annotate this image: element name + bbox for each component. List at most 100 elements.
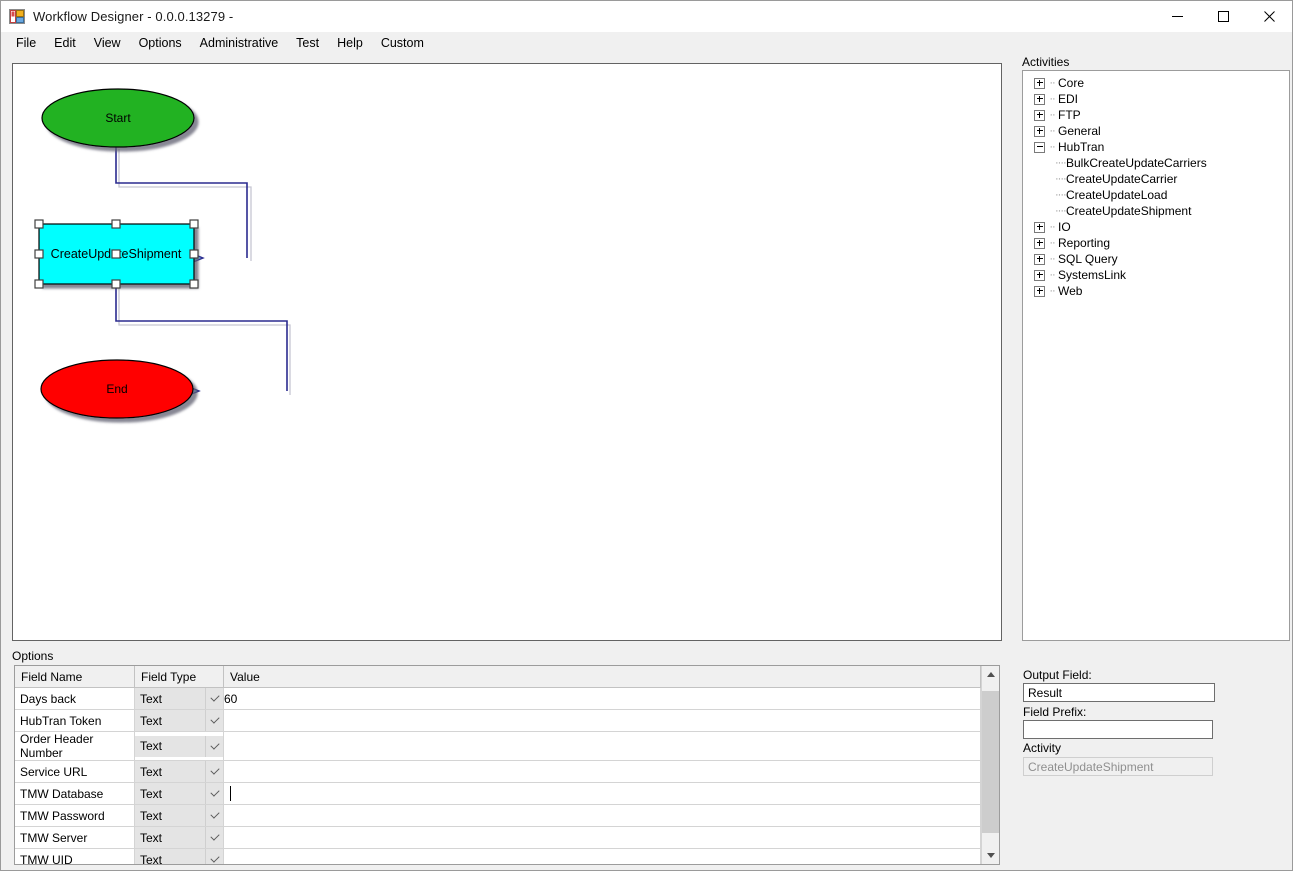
tree-item-sql-query[interactable]: ·· SQL Query [1034, 251, 1287, 267]
tree-item-createupdatecarrier[interactable]: ···· CreateUpdateCarrier [1034, 171, 1287, 187]
tree-item-label: EDI [1057, 92, 1078, 106]
expand-plus-icon[interactable] [1034, 254, 1045, 265]
expand-plus-icon[interactable] [1034, 110, 1045, 121]
tree-item-createupdateshipment[interactable]: ···· CreateUpdateShipment [1034, 203, 1287, 219]
tree-item-label: SQL Query [1057, 252, 1118, 266]
tree-item-systemslink[interactable]: ·· SystemsLink [1034, 267, 1287, 283]
expand-plus-icon[interactable] [1034, 78, 1045, 89]
table-row[interactable]: HubTran Token Text [15, 710, 981, 732]
tree-item-core[interactable]: ·· Core [1034, 75, 1287, 91]
cell-field-name: TMW Server [15, 831, 134, 845]
activity-label: Activity [1023, 741, 1061, 755]
options-grid-body: Field Name Field Type Value Days back Te… [15, 666, 981, 864]
menu-item-test[interactable]: Test [287, 33, 328, 54]
column-header-field-name[interactable]: Field Name [15, 666, 135, 688]
tree-item-general[interactable]: ·· General [1034, 123, 1287, 139]
cell-field-type: Text [135, 787, 205, 801]
chevron-down-icon[interactable] [205, 761, 223, 782]
column-header-value[interactable]: Value [224, 666, 981, 688]
chevron-down-icon[interactable] [205, 805, 223, 826]
window-title: Workflow Designer - 0.0.0.13279 - [33, 9, 233, 24]
handle-top-center [112, 220, 120, 228]
menu-item-help[interactable]: Help [328, 33, 372, 54]
output-field-input[interactable]: Result [1023, 683, 1215, 702]
chevron-down-icon[interactable] [205, 710, 223, 731]
field-type-dropdown[interactable]: Text [135, 761, 223, 782]
handle-center [112, 250, 120, 258]
options-table: Field Name Field Type Value Days back Te… [15, 666, 981, 864]
scrollbar-track[interactable] [982, 683, 999, 847]
tree-connector-icon: ···· [1055, 173, 1065, 185]
chevron-down-icon[interactable] [205, 688, 223, 709]
field-type-dropdown[interactable]: Text [135, 805, 223, 826]
workflow-canvas[interactable]: Start End CreateUpdateShipment [12, 63, 1002, 641]
expand-plus-icon[interactable] [1034, 222, 1045, 233]
close-button[interactable] [1246, 1, 1292, 32]
menu-item-edit[interactable]: Edit [45, 33, 85, 54]
table-row[interactable]: Service URL Text [15, 761, 981, 783]
field-type-dropdown[interactable]: Text [135, 849, 223, 864]
scroll-up-arrow-icon [987, 672, 995, 677]
field-type-dropdown[interactable]: Text [135, 688, 223, 709]
field-type-dropdown[interactable]: Text [135, 736, 223, 757]
tree-item-reporting[interactable]: ·· Reporting [1034, 235, 1287, 251]
node-start[interactable]: Start [42, 89, 194, 147]
options-grid-scrollbar[interactable] [981, 666, 999, 864]
table-row[interactable]: TMW UID Text [15, 849, 981, 865]
table-row[interactable]: Days back Text 60 [15, 688, 981, 710]
field-type-dropdown[interactable]: Text [135, 783, 223, 804]
tree-item-label: General [1057, 124, 1101, 138]
field-type-dropdown[interactable]: Text [135, 827, 223, 848]
tree-connector-icon: ·· [1047, 269, 1057, 281]
tree-item-io[interactable]: ·· IO [1034, 219, 1287, 235]
menu-item-administrative[interactable]: Administrative [191, 33, 288, 54]
text-cursor [230, 786, 231, 801]
scrollbar-thumb[interactable] [982, 691, 999, 833]
expand-plus-icon[interactable] [1034, 286, 1045, 297]
main-window: Workflow Designer - 0.0.0.13279 - Fi [0, 0, 1293, 871]
maximize-button[interactable] [1200, 1, 1246, 32]
field-type-dropdown[interactable]: Text [135, 710, 223, 731]
activities-tree[interactable]: ·· Core ·· EDI ·· FTP ·· General ·· [1022, 70, 1290, 641]
table-row[interactable]: TMW Password Text [15, 805, 981, 827]
expand-plus-icon[interactable] [1034, 126, 1045, 137]
chevron-down-icon[interactable] [205, 783, 223, 804]
column-header-field-type[interactable]: Field Type [135, 666, 224, 688]
table-row[interactable]: TMW Database Text [15, 783, 981, 805]
tree-connector-icon: ·· [1047, 125, 1057, 137]
tree-item-hubtran[interactable]: ·· HubTran [1034, 139, 1287, 155]
tree-item-label: CreateUpdateLoad [1065, 188, 1167, 202]
options-grid[interactable]: Field Name Field Type Value Days back Te… [14, 665, 1000, 865]
tree-item-ftp[interactable]: ·· FTP [1034, 107, 1287, 123]
scroll-up-button[interactable] [982, 666, 999, 683]
menu-item-view[interactable]: View [85, 33, 130, 54]
menu-item-file[interactable]: File [7, 33, 45, 54]
menu-item-custom[interactable]: Custom [372, 33, 433, 54]
field-prefix-input[interactable] [1023, 720, 1213, 739]
tree-item-bulkcreateupdatecarriers[interactable]: ···· BulkCreateUpdateCarriers [1034, 155, 1287, 171]
table-row[interactable]: TMW Server Text [15, 827, 981, 849]
cell-field-name: TMW UID [15, 853, 134, 865]
tree-item-label: CreateUpdateShipment [1065, 204, 1191, 218]
table-row[interactable]: Order Header Number Text [15, 732, 981, 761]
minimize-button[interactable] [1154, 1, 1200, 32]
menu-item-options[interactable]: Options [130, 33, 191, 54]
chevron-down-icon[interactable] [205, 849, 223, 864]
tree-item-web[interactable]: ·· Web [1034, 283, 1287, 299]
workflow-diagram: Start End CreateUpdateShipment [13, 64, 1001, 640]
tree-connector-icon: ·· [1047, 253, 1057, 265]
chevron-down-icon[interactable] [205, 827, 223, 848]
tree-item-createupdateload[interactable]: ···· CreateUpdateLoad [1034, 187, 1287, 203]
tree-item-edi[interactable]: ·· EDI [1034, 91, 1287, 107]
chevron-down-icon[interactable] [205, 736, 223, 757]
expand-plus-icon[interactable] [1034, 270, 1045, 281]
expand-plus-icon[interactable] [1034, 238, 1045, 249]
tree-connector-icon: ···· [1055, 205, 1065, 217]
tree-item-label: IO [1057, 220, 1071, 234]
output-field-label: Output Field: [1023, 668, 1092, 682]
collapse-minus-icon[interactable] [1034, 142, 1045, 153]
active-value-cell[interactable] [224, 783, 981, 805]
node-end[interactable]: End [41, 360, 193, 418]
scroll-down-button[interactable] [982, 847, 999, 864]
expand-plus-icon[interactable] [1034, 94, 1045, 105]
